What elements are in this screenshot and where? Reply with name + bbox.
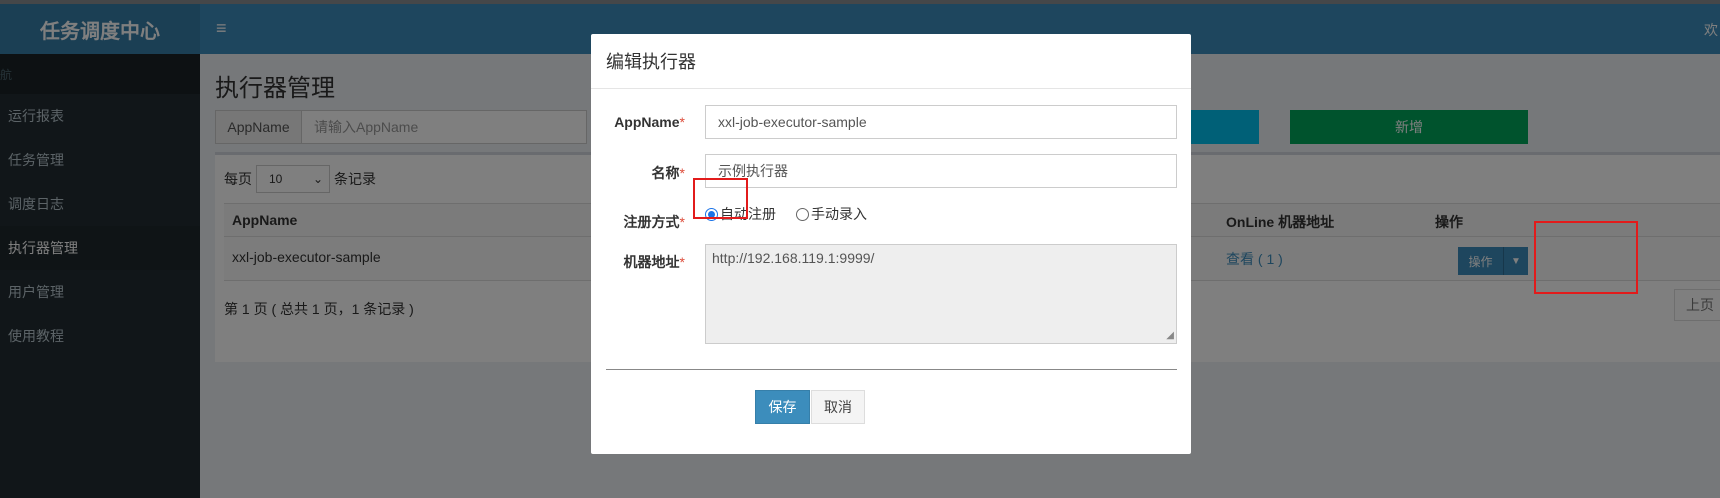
cancel-button[interactable]: 取消: [811, 390, 865, 424]
required-mark: *: [679, 165, 685, 181]
address-textarea[interactable]: http://192.168.119.1:9999/ ◢: [705, 244, 1177, 344]
address-value: http://192.168.119.1:9999/: [712, 250, 875, 266]
radio-unchecked-icon[interactable]: [796, 207, 809, 221]
name-field[interactable]: 示例执行器: [705, 154, 1177, 188]
modal-divider: [606, 369, 1177, 370]
radio-manual-entry-label: 手动录入: [811, 206, 867, 222]
edit-executor-modal: 编辑执行器 AppName* xxl-job-executor-sample 名…: [591, 34, 1191, 454]
required-mark: *: [679, 214, 685, 230]
modal-title: 编辑执行器: [591, 34, 1191, 89]
radio-manual-entry[interactable]: 手动录入: [796, 204, 867, 224]
required-mark: *: [679, 254, 685, 270]
highlight-box-auto-register: [693, 178, 748, 219]
name-label: 名称*: [651, 165, 685, 181]
save-button[interactable]: 保存: [755, 390, 810, 424]
address-label: 机器地址*: [623, 254, 685, 270]
appname-field[interactable]: xxl-job-executor-sample: [705, 105, 1177, 139]
appname-label: AppName*: [614, 114, 685, 130]
required-mark: *: [679, 114, 685, 130]
reg-type-label: 注册方式*: [623, 214, 685, 230]
highlight-box-operation: [1534, 221, 1638, 294]
resize-handle-icon[interactable]: ◢: [1166, 330, 1174, 341]
